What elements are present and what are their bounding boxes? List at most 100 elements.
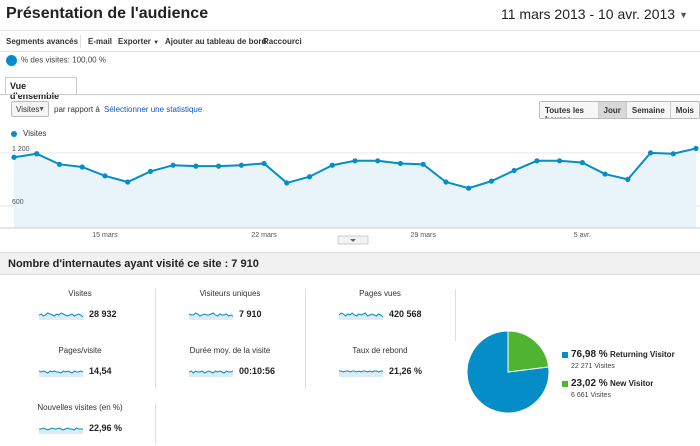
metric-label: Visiteurs uniques <box>199 289 261 298</box>
y-tick-label: 1 200 <box>12 146 30 153</box>
tile-divider <box>455 289 456 341</box>
data-point[interactable] <box>443 179 449 185</box>
metric-value: 00:10:56 <box>239 366 276 376</box>
data-point[interactable] <box>397 160 404 167</box>
tab-overview[interactable]: Vue d'ensemble <box>5 77 77 101</box>
new-percentage: 23,02 % <box>571 378 608 389</box>
data-point[interactable] <box>602 171 608 177</box>
data-point[interactable] <box>147 168 153 175</box>
metric-label: Pages/visite <box>58 346 102 355</box>
data-point[interactable] <box>579 159 585 166</box>
data-point[interactable] <box>511 167 517 174</box>
data-point[interactable] <box>647 150 654 156</box>
data-point[interactable] <box>193 163 199 169</box>
export-label: Exporter <box>118 37 151 46</box>
returning-label: Returning Visitor <box>609 350 675 359</box>
report-toolbar: Segments avancés E-mail Exporter ▼ Ajout… <box>0 30 700 52</box>
sparkline <box>39 427 83 434</box>
granularity-day[interactable]: Jour <box>598 102 627 118</box>
compare-label: par rapport à <box>54 105 100 114</box>
data-point[interactable] <box>534 158 540 164</box>
metric-tile[interactable]: Visiteurs uniques 7 910 <box>155 289 305 341</box>
chevron-down-icon: ▼ <box>153 40 160 46</box>
metric-label: Visites <box>68 289 92 298</box>
metric-label: Taux de rebond <box>352 346 408 355</box>
metric-value: 21,26 % <box>389 366 423 376</box>
chevron-down-icon: ▼ <box>38 106 45 113</box>
export-button[interactable]: Exporter ▼ <box>118 37 159 46</box>
pie-legend-new: 23,02 % New Visitor 6 661 Visites <box>562 378 653 399</box>
metric-value: 14,54 <box>89 366 112 376</box>
metric-select-value: Visites <box>16 105 40 114</box>
pie-legend-returning: 76,98 % Returning Visitor 22 271 Visites <box>562 349 675 370</box>
metric-select[interactable]: Visites ▼ <box>11 101 49 117</box>
select-stat-link[interactable]: Sélectionner une statistique <box>104 105 202 114</box>
granularity-hourly[interactable]: Toutes les heures <box>540 102 599 118</box>
data-point[interactable] <box>329 162 335 168</box>
metric-label: Durée moy. de la visite <box>189 346 271 355</box>
data-point[interactable] <box>11 154 17 160</box>
metric-value: 420 568 <box>389 309 422 319</box>
data-point[interactable] <box>466 185 472 191</box>
data-point[interactable] <box>375 158 381 164</box>
page-title: Présentation de l'audience <box>6 5 209 22</box>
data-point[interactable] <box>670 151 676 157</box>
metric-tile[interactable]: Taux de rebond 21,26 % <box>305 346 455 398</box>
granularity-group: Toutes les heures Jour Semaine Mois <box>539 101 700 119</box>
chart-legend: Visites <box>11 129 46 138</box>
data-point[interactable] <box>56 161 63 167</box>
data-point[interactable] <box>352 158 358 164</box>
data-point[interactable] <box>693 145 699 152</box>
metric-tile[interactable]: Pages vues 420 568 <box>305 289 455 341</box>
segment-percentage: % des visites: 100,00 % <box>21 55 106 65</box>
data-point[interactable] <box>238 162 244 168</box>
metric-tile[interactable]: Visites 28 932 <box>5 289 155 341</box>
date-range-label: 11 mars 2013 - 10 avr. 2013 <box>501 6 676 22</box>
data-point[interactable] <box>125 179 131 185</box>
data-point[interactable] <box>261 160 267 167</box>
data-point[interactable] <box>170 162 176 168</box>
sparkline <box>39 370 83 377</box>
data-point[interactable] <box>34 151 40 157</box>
returning-percentage: 76,98 % <box>571 349 608 360</box>
metric-value: 28 932 <box>89 309 117 319</box>
x-tick-label: 5 avr. <box>574 232 591 239</box>
x-tick-label: 29 mars <box>411 232 437 239</box>
date-range-picker[interactable]: 11 mars 2013 - 10 avr. 2013 ▼ <box>501 6 688 22</box>
advanced-segments-button[interactable]: Segments avancés <box>6 37 78 46</box>
segment-indicator: % des visites: 100,00 % <box>6 55 106 69</box>
metric-tile[interactable]: Pages/visite 14,54 <box>5 346 155 398</box>
granularity-month[interactable]: Mois <box>670 102 699 118</box>
metric-label: Pages vues <box>359 289 401 298</box>
sparkline <box>39 312 83 320</box>
data-point[interactable] <box>284 180 290 186</box>
new-label: New Visitor <box>609 379 654 388</box>
data-point[interactable] <box>216 163 222 169</box>
shortcut-button[interactable]: Raccourci <box>263 37 302 46</box>
email-button[interactable]: E-mail <box>88 37 112 46</box>
add-to-dashboard-button[interactable]: Ajouter au tableau de bord <box>165 37 266 46</box>
data-point[interactable] <box>306 174 313 180</box>
sparkline <box>189 370 233 377</box>
pie-icon <box>6 55 17 66</box>
metric-tile[interactable]: Nouvelles visites (en %) 22,96 % <box>5 403 155 446</box>
data-point[interactable] <box>625 176 631 182</box>
pie-slice[interactable] <box>507 330 550 373</box>
data-point[interactable] <box>488 178 494 184</box>
chart-controls: Visites ▼ par rapport à Sélectionner une … <box>0 99 700 123</box>
tile-divider <box>155 289 156 389</box>
new-visits: 6 661 Visites <box>571 392 611 399</box>
data-point[interactable] <box>420 161 426 167</box>
metric-tile[interactable]: Durée moy. de la visite 00:10:56 <box>155 346 305 398</box>
data-point[interactable] <box>102 173 108 179</box>
tile-divider <box>155 403 156 443</box>
series-dot-icon <box>11 130 17 137</box>
toolbar-divider <box>80 35 81 48</box>
x-tick-label: 15 mars <box>92 232 118 239</box>
granularity-week[interactable]: Semaine <box>626 102 671 118</box>
data-point[interactable] <box>557 158 563 164</box>
metric-label: Nouvelles visites (en %) <box>37 403 123 412</box>
sparkline <box>189 312 233 320</box>
data-point[interactable] <box>79 164 85 170</box>
y-tick-label: 600 <box>12 199 24 206</box>
